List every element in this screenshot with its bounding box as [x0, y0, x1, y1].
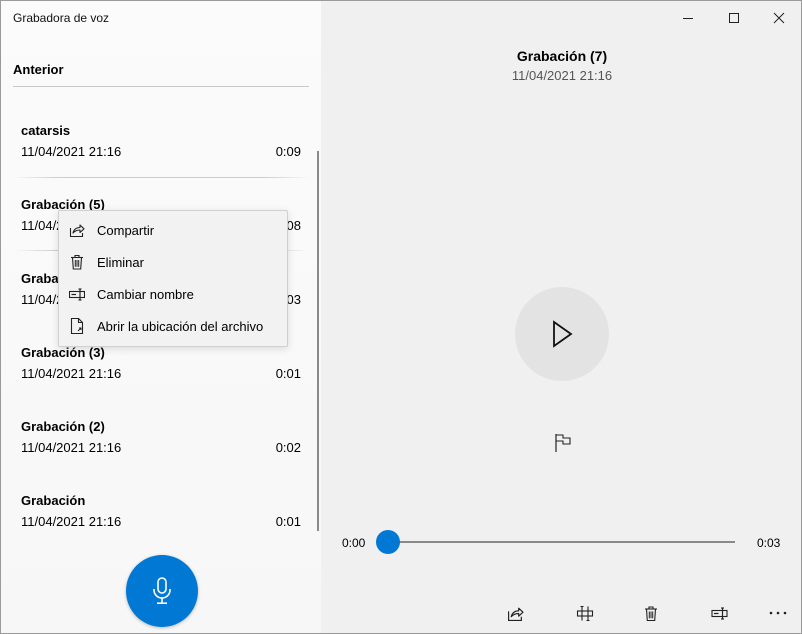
- menu-item-open-file-location[interactable]: Abrir la ubicación del archivo: [59, 310, 287, 342]
- play-button[interactable]: [515, 287, 609, 381]
- section-divider: [13, 86, 309, 87]
- progress-thumb[interactable]: [376, 530, 400, 554]
- recording-item[interactable]: catarsis 11/04/2021 21:16 0:09: [1, 123, 317, 197]
- more-options-button[interactable]: [763, 599, 793, 627]
- menu-item-share[interactable]: Compartir: [59, 214, 287, 246]
- recording-duration: 0:01: [275, 514, 301, 529]
- app-window: Grabadora de voz Anterior catarsis 11/04…: [0, 0, 802, 634]
- recording-item[interactable]: Grabación (3) 11/04/2021 21:16 0:01: [1, 345, 317, 419]
- rename-icon: [710, 605, 728, 621]
- recording-duration: 0:02: [275, 440, 301, 455]
- recording-duration: 0:01: [275, 366, 301, 381]
- menu-item-label: Abrir la ubicación del archivo: [97, 319, 264, 334]
- recording-duration: 0:09: [275, 144, 301, 159]
- app-title: Grabadora de voz: [13, 11, 110, 25]
- trim-button[interactable]: [570, 599, 600, 627]
- recording-timestamp: 11/04/2021 21:16: [511, 68, 613, 83]
- recording-item[interactable]: Grabación (2) 11/04/2021 21:16 0:02: [1, 419, 317, 493]
- item-divider: [13, 177, 309, 178]
- file-location-icon: [69, 318, 85, 334]
- share-icon: [69, 222, 85, 238]
- trim-icon: [576, 605, 594, 622]
- rename-button[interactable]: [704, 599, 734, 627]
- context-menu: Compartir Eliminar Cambiar nombre Abrir …: [58, 210, 288, 347]
- flag-icon: [554, 433, 572, 453]
- play-icon: [550, 320, 574, 348]
- close-icon: [773, 12, 785, 24]
- rename-icon: [69, 286, 85, 302]
- share-button[interactable]: [500, 599, 530, 627]
- minimize-button[interactable]: [665, 5, 711, 31]
- recording-title: Grabación (7): [516, 48, 608, 64]
- menu-item-label: Eliminar: [97, 255, 144, 270]
- share-icon: [507, 605, 524, 622]
- recording-date: 11/04/2021 21:16: [21, 514, 122, 529]
- progress-track[interactable]: [387, 541, 735, 543]
- total-time: 0:03: [757, 536, 781, 550]
- trash-icon: [643, 605, 659, 622]
- trash-icon: [69, 254, 85, 270]
- record-button[interactable]: [126, 555, 198, 627]
- recording-name: Grabación (3): [21, 345, 105, 360]
- maximize-button[interactable]: [711, 5, 757, 31]
- more-icon: [768, 610, 788, 616]
- maximize-icon: [728, 12, 740, 24]
- list-scrollbar[interactable]: [317, 151, 319, 531]
- section-header: Anterior: [13, 62, 64, 77]
- add-marker-button[interactable]: [551, 431, 575, 455]
- recording-date: 11/04/2021 21:16: [21, 366, 122, 381]
- menu-item-label: Compartir: [97, 223, 155, 238]
- delete-button[interactable]: [636, 599, 666, 627]
- menu-item-label: Cambiar nombre: [97, 287, 194, 302]
- recordings-pane: Grabadora de voz Anterior catarsis 11/04…: [1, 1, 321, 633]
- recording-name: Grabación: [21, 493, 86, 508]
- current-time: 0:00: [342, 536, 366, 550]
- recording-date: 11/04/2021 21:16: [21, 144, 122, 159]
- microphone-icon: [151, 577, 173, 605]
- menu-item-rename[interactable]: Cambiar nombre: [59, 278, 287, 310]
- player-pane: Grabación (7) 11/04/2021 21:16 0:00 0:03: [321, 1, 801, 633]
- recording-date: 11/04/2021 21:16: [21, 440, 122, 455]
- close-button[interactable]: [756, 5, 801, 31]
- menu-item-delete[interactable]: Eliminar: [59, 246, 287, 278]
- minimize-icon: [682, 12, 694, 24]
- recording-name: Grabación (2): [21, 419, 105, 434]
- recording-name: catarsis: [21, 123, 71, 138]
